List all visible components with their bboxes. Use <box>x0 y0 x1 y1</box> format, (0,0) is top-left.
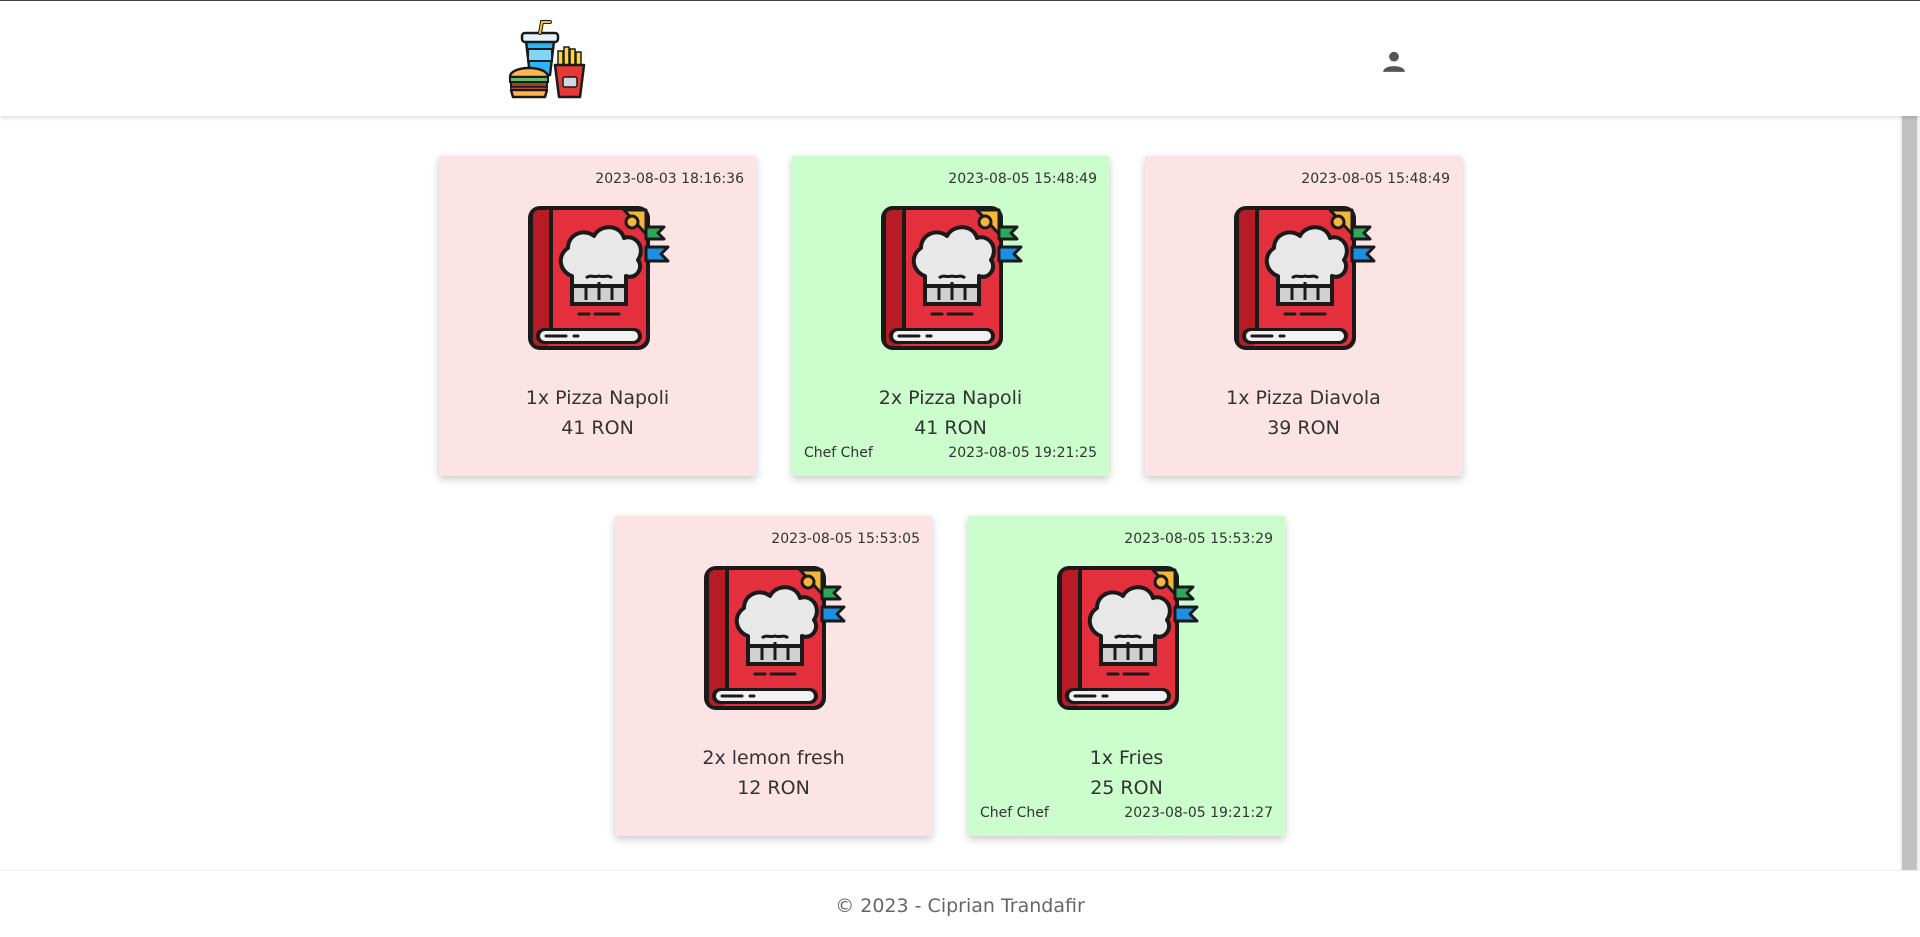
order-created-time: 2023-08-05 15:53:29 <box>1124 531 1273 547</box>
order-price: 39 RON <box>1267 417 1340 439</box>
fast-food-logo-icon[interactable] <box>508 19 590 99</box>
order-created-time: 2023-08-05 15:48:49 <box>948 171 1097 187</box>
site-header <box>0 1 1920 116</box>
order-item: 2x Pizza Napoli <box>878 387 1023 409</box>
site-footer: © 2023 - Ciprian Trandafir <box>0 870 1920 937</box>
order-created-time: 2023-08-05 15:48:49 <box>1301 171 1450 187</box>
order-price: 41 RON <box>914 417 987 439</box>
order-card[interactable]: 2023-08-05 15:48:49 2x Pizza Napoli 41 R… <box>792 156 1109 476</box>
order-chef: Chef Chef <box>980 805 1049 821</box>
order-price: 41 RON <box>561 417 634 439</box>
order-finished-time: 2023-08-05 19:21:27 <box>1124 805 1273 821</box>
recipe-book-icon <box>700 560 850 712</box>
order-item: 1x Pizza Napoli <box>525 387 670 409</box>
order-price: 12 RON <box>737 777 810 799</box>
order-card[interactable]: 2023-08-05 15:53:29 1x Fries 25 RON Chef… <box>968 516 1285 836</box>
order-created-time: 2023-08-05 15:53:05 <box>771 531 920 547</box>
order-card[interactable]: 2023-08-05 15:48:49 1x Pizza Diavola 39 … <box>1145 156 1462 476</box>
copyright-text: © 2023 - Ciprian Trandafir <box>835 895 1085 917</box>
scrollbar-thumb[interactable] <box>1902 116 1917 870</box>
order-card[interactable]: 2023-08-03 18:16:36 1x Pizza Napoli 41 R… <box>439 156 756 476</box>
recipe-book-icon <box>877 200 1027 352</box>
order-chef: Chef Chef <box>804 445 873 461</box>
order-card[interactable]: 2023-08-05 15:53:05 2x lemon fresh 12 RO… <box>615 516 932 836</box>
order-item: 1x Fries <box>1089 747 1164 769</box>
order-price: 25 RON <box>1090 777 1163 799</box>
recipe-book-icon <box>1230 200 1380 352</box>
order-item: 1x Pizza Diavola <box>1226 387 1381 409</box>
person-icon[interactable] <box>1381 48 1407 74</box>
order-finished-time: 2023-08-05 19:21:25 <box>948 445 1097 461</box>
order-created-time: 2023-08-03 18:16:36 <box>595 171 744 187</box>
recipe-book-icon <box>1053 560 1203 712</box>
order-item: 2x lemon fresh <box>702 747 845 769</box>
recipe-book-icon <box>524 200 674 352</box>
